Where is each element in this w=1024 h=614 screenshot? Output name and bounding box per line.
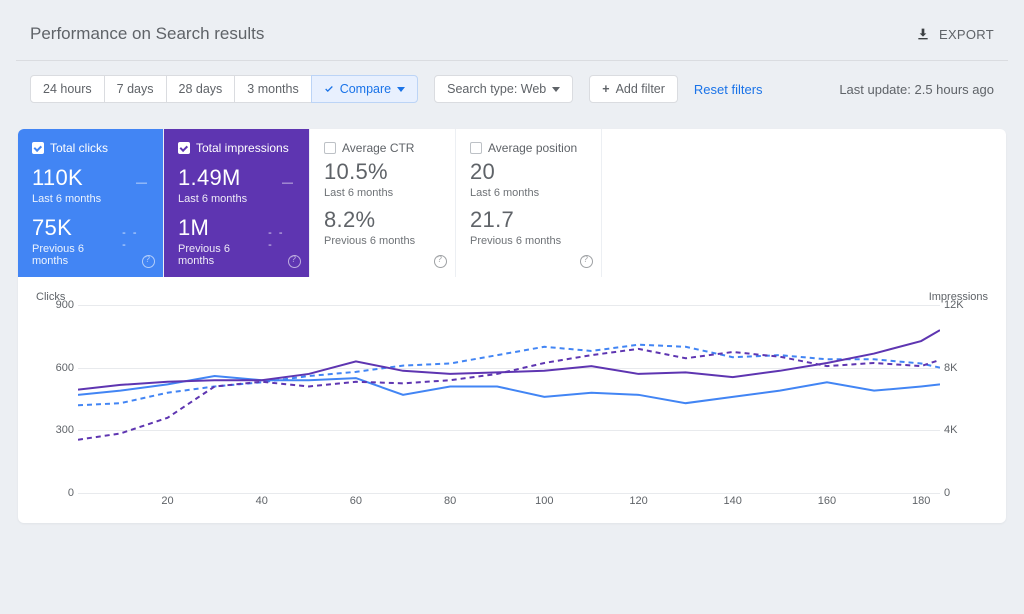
reset-filters-link[interactable]: Reset filters: [694, 82, 763, 97]
metric-previous-label: Previous 6 months: [470, 235, 587, 247]
export-button[interactable]: EXPORT: [915, 26, 994, 42]
y-left-tick: 900: [36, 299, 74, 311]
chart-series: [78, 345, 940, 406]
add-filter-button[interactable]: + Add filter: [589, 75, 678, 103]
metric-title: Average CTR: [342, 141, 414, 155]
solid-line-icon: —: [136, 177, 149, 189]
metric-current-label: Last 6 months: [32, 193, 101, 205]
plus-icon: +: [602, 82, 609, 96]
y-right-tick: 12K: [944, 299, 988, 311]
metric-current-label: Last 6 months: [470, 187, 587, 199]
y-left-tick: 0: [36, 487, 74, 499]
dashed-line-icon: - - -: [122, 227, 149, 251]
chevron-down-icon: [397, 87, 405, 92]
checkbox-position[interactable]: [470, 142, 482, 154]
metric-current-label: Last 6 months: [178, 193, 247, 205]
x-tick: 40: [256, 495, 268, 507]
checkbox-ctr[interactable]: [324, 142, 336, 154]
metric-card-clicks[interactable]: Total clicks 110K Last 6 months — 75K Pr…: [18, 129, 164, 277]
x-tick: 160: [818, 495, 836, 507]
x-tick: 120: [629, 495, 647, 507]
x-tick: 20: [161, 495, 173, 507]
chart-series: [78, 330, 940, 390]
x-tick: 80: [444, 495, 456, 507]
export-label: EXPORT: [939, 27, 994, 42]
range-7d[interactable]: 7 days: [104, 75, 167, 103]
checkbox-impressions[interactable]: [178, 142, 190, 154]
metric-current-value: 10.5%: [324, 159, 441, 185]
x-tick: 100: [535, 495, 553, 507]
metric-previous-label: Previous 6 months: [32, 243, 122, 267]
metric-title: Average position: [488, 141, 577, 155]
y-right-tick: 4K: [944, 424, 988, 436]
chevron-down-icon: [552, 87, 560, 92]
range-compare[interactable]: Compare: [311, 75, 418, 103]
metric-card-ctr[interactable]: Average CTR 10.5% Last 6 months 8.2% Pre…: [310, 129, 456, 277]
x-tick: 180: [912, 495, 930, 507]
metric-current-label: Last 6 months: [324, 187, 441, 199]
add-filter-label: Add filter: [616, 82, 665, 96]
metric-previous-value: 75K: [32, 215, 122, 241]
help-icon[interactable]: [288, 255, 301, 271]
metric-previous-label: Previous 6 months: [178, 243, 268, 267]
y-right-tick: 8K: [944, 362, 988, 374]
metric-current-value: 1.49M: [178, 165, 247, 191]
last-update-text: Last update: 2.5 hours ago: [839, 82, 994, 97]
help-icon[interactable]: [580, 255, 593, 271]
compare-label: Compare: [340, 82, 391, 96]
check-icon: [324, 84, 334, 94]
x-tick: 140: [724, 495, 742, 507]
checkbox-clicks[interactable]: [32, 142, 44, 154]
metric-title: Total impressions: [196, 141, 289, 155]
search-type-label: Search type: Web: [447, 82, 546, 96]
range-28d[interactable]: 28 days: [166, 75, 236, 103]
performance-chart: Clicks Impressions 90012K6008K3004K00 20…: [18, 277, 1006, 513]
performance-panel: Total clicks 110K Last 6 months — 75K Pr…: [18, 129, 1006, 523]
metric-card-impressions[interactable]: Total impressions 1.49M Last 6 months — …: [164, 129, 310, 277]
search-type-chip[interactable]: Search type: Web: [434, 75, 573, 103]
metric-title: Total clicks: [50, 141, 108, 155]
download-icon: [915, 26, 931, 42]
chart-series: [78, 349, 940, 440]
metric-current-value: 110K: [32, 165, 101, 191]
y-left-tick: 600: [36, 362, 74, 374]
metric-previous-value: 21.7: [470, 207, 587, 233]
help-icon[interactable]: [142, 255, 155, 271]
metric-previous-label: Previous 6 months: [324, 235, 441, 247]
metric-current-value: 20: [470, 159, 587, 185]
range-3m[interactable]: 3 months: [234, 75, 311, 103]
y-left-tick: 300: [36, 424, 74, 436]
date-range-group: 24 hours 7 days 28 days 3 months Compare: [30, 75, 418, 103]
metric-previous-value: 1M: [178, 215, 268, 241]
x-tick: 60: [350, 495, 362, 507]
y-right-tick: 0: [944, 487, 988, 499]
solid-line-icon: —: [282, 177, 295, 189]
range-24h[interactable]: 24 hours: [30, 75, 105, 103]
page-title: Performance on Search results: [30, 24, 264, 44]
help-icon[interactable]: [434, 255, 447, 271]
dashed-line-icon: - - -: [268, 227, 295, 251]
metric-card-position[interactable]: Average position 20 Last 6 months 21.7 P…: [456, 129, 602, 277]
metric-previous-value: 8.2%: [324, 207, 441, 233]
